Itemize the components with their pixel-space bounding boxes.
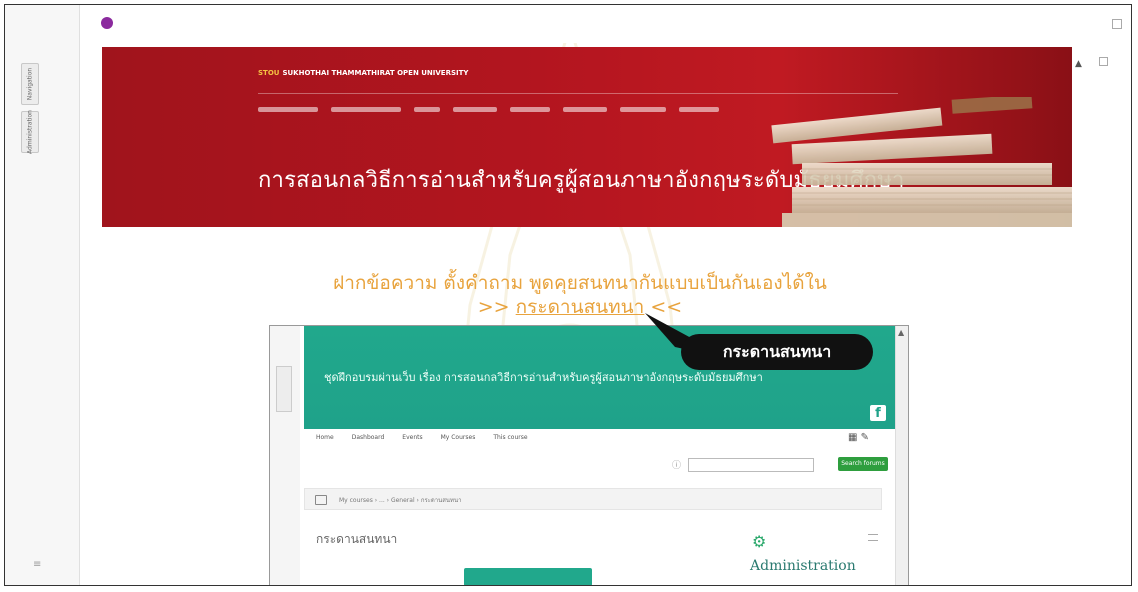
discussion-board-callout: กระดานสนทนา (681, 334, 873, 370)
header-menu (258, 107, 719, 112)
university-name: STOU SUKHOTHAI THAMMATHIRAT OPEN UNIVERSI… (258, 69, 468, 77)
nav-dashboard[interactable]: Dashboard (352, 434, 385, 441)
administration-drawer-tab[interactable]: Administration (21, 110, 39, 154)
right-sidebar: ▲ (1073, 43, 1131, 585)
top-bar (80, 5, 1131, 43)
folder-icon (315, 495, 327, 505)
book-stack-image (771, 97, 1072, 227)
course-header-banner: STOU SUKHOTHAI THAMMATHIRAT OPEN UNIVERSI… (102, 47, 1072, 227)
edit-pencil-icon[interactable]: ▦ ✎ (848, 432, 869, 443)
inset-navbar: Home Dashboard Events My Courses This co… (316, 434, 528, 441)
info-icon[interactable]: ⓘ (672, 458, 681, 471)
block-toggle-icon[interactable] (1112, 19, 1122, 29)
forum-heading: กระดานสนทนา (316, 532, 398, 546)
breadcrumb-text[interactable]: My courses › ... › General › กระดานสนทนา (339, 497, 461, 504)
promo-prefix: >> (477, 296, 516, 318)
promo-link-line: >> กระดานสนทนา << (205, 295, 955, 319)
menu-lines-icon[interactable]: ≡ (33, 559, 41, 570)
gear-icon: ⚙ (752, 532, 767, 551)
administration-tab-label: Administration (26, 110, 34, 154)
header-menu-item[interactable] (331, 107, 401, 112)
header-menu-item[interactable] (258, 107, 318, 112)
header-menu-item[interactable] (679, 107, 719, 112)
header-menu-item[interactable] (620, 107, 666, 112)
site-logo-icon[interactable] (101, 17, 113, 29)
discussion-board-link[interactable]: กระดานสนทนา (516, 296, 645, 318)
header-menu-item[interactable] (414, 107, 440, 112)
forum-search-input[interactable] (688, 458, 814, 472)
nav-home[interactable]: Home (316, 434, 334, 441)
university-label: SUKHOTHAI THAMMATHIRAT OPEN UNIVERSITY (282, 69, 469, 77)
facebook-icon[interactable]: f (870, 405, 886, 421)
promo-line: ฝากข้อความ ตั้งคำถาม พูดคุยสนทนากันแบบเป… (333, 272, 827, 294)
left-sidebar: Navigation Administration ≡ (5, 5, 80, 585)
add-discussion-button[interactable] (464, 568, 592, 585)
nav-my-courses[interactable]: My Courses (441, 434, 476, 441)
blocks-icon[interactable] (1099, 57, 1108, 66)
navigation-drawer-tab[interactable]: Navigation (21, 63, 39, 105)
header-menu-item[interactable] (453, 107, 497, 112)
administration-title: Administration (750, 558, 856, 574)
header-menu-item[interactable] (563, 107, 607, 112)
nav-this-course[interactable]: This course (493, 434, 527, 441)
screenshot-frame: Navigation Administration ≡ ▲ STOU SUKHOT… (4, 4, 1132, 586)
inset-scrollbar[interactable]: ▲ (895, 326, 908, 585)
header-menu-item[interactable] (510, 107, 550, 112)
inset-left-rail (270, 326, 300, 585)
nav-events[interactable]: Events (402, 434, 422, 441)
inset-course-title: ชุดฝึกอบรมผ่านเว็บ เรื่อง การสอนกลวิธีกา… (324, 371, 763, 384)
block-collapse-icon[interactable] (868, 534, 878, 541)
breadcrumb: My courses › ... › General › กระดานสนทนา (304, 488, 882, 510)
inset-navigation-tab[interactable] (276, 366, 292, 412)
discussion-promo: ฝากข้อความ ตั้งคำถาม พูดคุยสนทนากันแบบเป… (205, 271, 955, 319)
stou-label: STOU (258, 69, 280, 77)
header-divider (258, 93, 898, 94)
scroll-up-icon[interactable]: ▲ (898, 328, 904, 337)
search-forums-button[interactable]: Search forums (838, 457, 888, 471)
administration-block: ⚙ Administration (740, 522, 890, 585)
navigation-tab-label: Navigation (26, 67, 34, 101)
collapse-arrow-icon[interactable]: ▲ (1075, 59, 1082, 69)
